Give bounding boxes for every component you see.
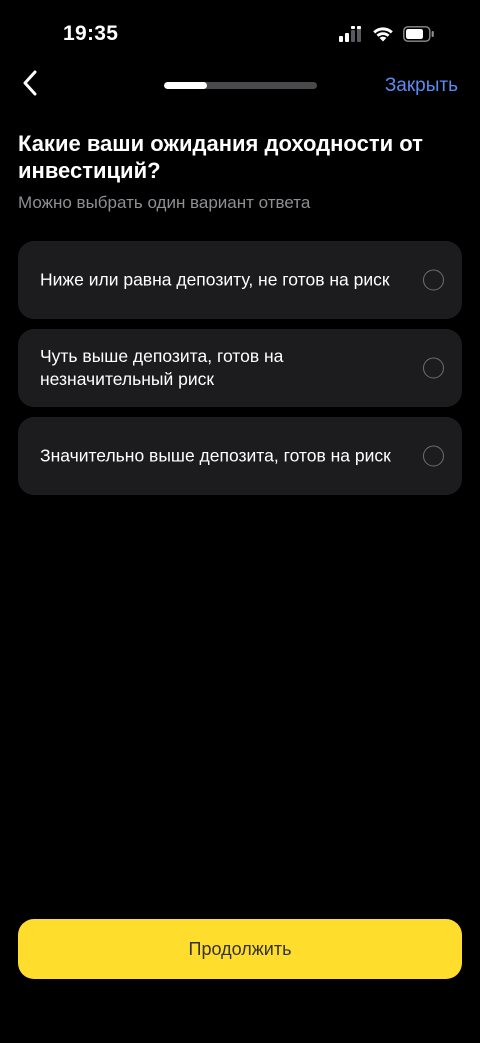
close-button[interactable]: Закрыть [385, 75, 458, 97]
cellular-signal-icon [339, 26, 363, 47]
progress-bar [164, 82, 317, 89]
answer-option-label: Ниже или равна депозиту, не готов на рис… [40, 269, 390, 290]
answer-option-label: Чуть выше депозита, готов на незначитель… [40, 346, 284, 389]
radio-button[interactable] [423, 269, 444, 291]
progress-bar-fill [164, 82, 207, 89]
question-subtitle: Можно выбрать один вариант ответа [18, 193, 311, 212]
status-time: 19:35 [63, 22, 119, 45]
answer-options: Ниже или равна депозиту, не готов на рис… [18, 241, 462, 505]
answer-option[interactable]: Значительно выше депозита, готов на риск [18, 417, 462, 495]
continue-button[interactable]: Продолжить [18, 919, 462, 979]
radio-button[interactable] [423, 357, 444, 379]
answer-option[interactable]: Чуть выше депозита, готов на незначитель… [18, 329, 462, 407]
status-bar: 19:35 [0, 0, 480, 70]
back-button[interactable] [14, 68, 46, 102]
answer-option-label: Значительно выше депозита, готов на риск [40, 445, 391, 466]
status-icons [339, 26, 435, 47]
navigation-bar: Закрыть [0, 62, 480, 108]
answer-option[interactable]: Ниже или равна депозиту, не готов на рис… [18, 241, 462, 319]
chevron-left-icon [22, 70, 38, 101]
wifi-icon [372, 26, 394, 47]
question-title: Какие ваши ожидания доходности от инвест… [18, 131, 423, 183]
battery-icon [403, 26, 435, 47]
radio-button[interactable] [423, 445, 444, 467]
